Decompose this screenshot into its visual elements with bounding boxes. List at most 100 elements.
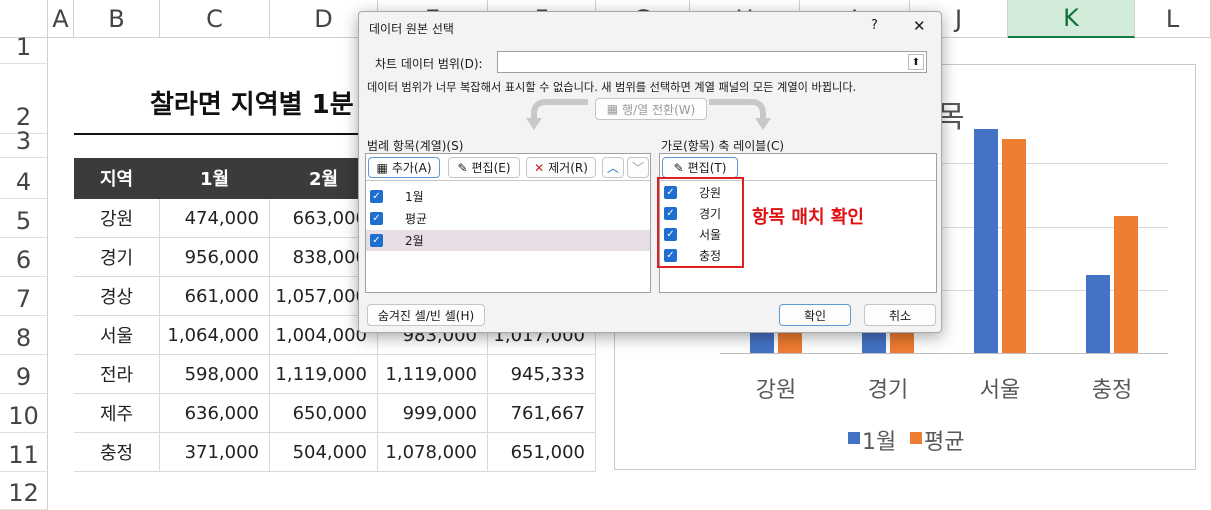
value-cell[interactable]: 636,000 [160,394,270,433]
dialog-title: 데이터 원본 선택 [369,22,454,36]
region-cell[interactable]: 제주 [74,394,160,433]
edit-axis-labels-button[interactable]: ✎ 편집(T) [662,157,738,178]
series-panel: ▦ 추가(A) ✎ 편집(E) ✕ 제거(R) ︿ ﹀ ✓ 1월 ✓ 평균 ✓ 2월 [365,153,651,293]
annotation-text: 항목 매치 확인 [752,207,864,228]
remove-icon: ✕ [534,160,545,175]
remove-series-button[interactable]: ✕ 제거(R) [526,157,596,178]
remove-series-label: 제거(R) [548,161,588,175]
help-button[interactable]: ? [871,18,878,33]
edit-icon: ✎ [457,160,468,175]
value-cell[interactable]: 474,000 [160,199,270,238]
region-cell[interactable]: 전라 [74,355,160,394]
row-header-12[interactable]: 12 [0,472,48,510]
value-cell[interactable]: 1,119,000 [378,355,488,394]
series-item-label: 1월 [405,190,424,204]
row-header-9[interactable]: 9 [0,355,48,394]
arrow-left-icon [526,99,588,130]
switch-row-column-button[interactable]: ▦ 행/열 전환(W) [595,98,707,120]
legend-swatch [848,432,860,444]
value-cell[interactable]: 650,000 [270,394,378,433]
checkbox-checked-icon[interactable]: ✓ [370,234,383,247]
ok-button[interactable]: 확인 [779,304,851,326]
row-header-10[interactable]: 10 [0,394,48,433]
column-header-b[interactable]: B [74,0,160,38]
row-header-6[interactable]: 6 [0,238,48,277]
value-cell[interactable]: 761,667 [488,394,596,433]
annotation-highlight-box [657,177,744,268]
value-cell[interactable]: 651,000 [488,433,596,472]
row-header-1[interactable]: 1 [0,33,48,64]
series-list-item[interactable]: ✓ 평균 [366,208,650,229]
value-cell[interactable]: 1,078,000 [378,433,488,472]
series-list-item[interactable]: ✓ 2월 [366,230,650,251]
column-header-a[interactable]: A [48,0,74,38]
legend-label: 평균 [924,430,965,455]
series-item-label: 2월 [405,234,424,248]
column-header-l[interactable]: L [1135,0,1211,38]
edit-axis-labels-label: 편집(T) [687,161,727,175]
edit-icon: ✎ [673,160,684,175]
add-series-button[interactable]: ▦ 추가(A) [368,157,440,178]
value-cell[interactable]: 1,119,000 [270,355,378,394]
chart-bar[interactable] [974,128,998,353]
select-data-source-dialog: 데이터 원본 선택 ? ✕ 차트 데이터 범위(D): ⬆ 데이터 범위가 너무… [358,11,942,333]
value-cell[interactable]: 371,000 [160,433,270,472]
table-add-icon: ▦ [376,160,388,175]
chart-x-tick-label: 충정 [1091,378,1133,403]
row-header-8[interactable]: 8 [0,316,48,355]
table-header-cell: 지역 [74,158,160,199]
chart-bar[interactable] [1002,138,1026,353]
chart-bar[interactable] [1114,215,1138,353]
add-series-label: 추가(A) [391,161,432,175]
legend-label: 1월 [862,430,897,455]
move-down-button[interactable]: ﹀ [627,157,649,178]
chart-x-tick-label: 경기 [867,378,909,403]
chart-x-tick-label: 서울 [979,378,1021,403]
value-cell[interactable]: 999,000 [378,394,488,433]
region-cell[interactable]: 충정 [74,433,160,472]
value-cell[interactable]: 956,000 [160,238,270,277]
region-cell[interactable]: 경기 [74,238,160,277]
range-message: 데이터 범위가 너무 복잡해서 표시할 수 없습니다. 새 범위를 선택하면 계… [367,81,857,94]
cancel-button[interactable]: 취소 [864,304,936,326]
value-cell[interactable]: 661,000 [160,277,270,316]
hidden-empty-cells-button[interactable]: 숨겨진 셀/빈 셀(H) [367,304,485,326]
column-header-k[interactable]: K [1008,0,1135,38]
row-header-7[interactable]: 7 [0,277,48,316]
chevron-down-icon: ﹀ [631,161,644,175]
legend-swatch [910,432,922,444]
legend-entries-label: 범례 항목(계열)(S) [367,139,464,153]
close-button[interactable]: ✕ [913,17,926,35]
chart-x-tick-label: 강원 [755,378,797,403]
checkbox-checked-icon[interactable]: ✓ [370,190,383,203]
series-list-item[interactable]: ✓ 1월 [366,186,650,207]
value-cell[interactable]: 945,333 [488,355,596,394]
region-cell[interactable]: 강원 [74,199,160,238]
move-up-button[interactable]: ︿ [602,157,624,178]
edit-series-button[interactable]: ✎ 편집(E) [448,157,520,178]
column-header-c[interactable]: C [160,0,270,38]
value-cell[interactable]: 1,064,000 [160,316,270,355]
row-header-5[interactable]: 5 [0,199,48,238]
title-underline [74,133,374,135]
axis-labels-label: 가로(항목) 축 레이블(C) [661,139,785,153]
row-header-2[interactable]: 2 [0,64,48,134]
table-header-cell: 1월 [160,158,270,199]
chart-x-axis [720,353,1168,354]
collapse-dialog-icon[interactable]: ⬆ [908,54,924,70]
row-header-11[interactable]: 11 [0,433,48,472]
region-cell[interactable]: 경상 [74,277,160,316]
checkbox-checked-icon[interactable]: ✓ [370,212,383,225]
row-header-3[interactable]: 3 [0,127,48,158]
switch-icon: ▦ [606,102,619,116]
series-item-label: 평균 [405,212,428,226]
edit-series-label: 편집(E) [471,161,511,175]
value-cell[interactable]: 504,000 [270,433,378,472]
value-cell[interactable]: 598,000 [160,355,270,394]
sheet-title: 찰라면 지역별 1분 [150,90,354,120]
chart-range-input[interactable]: ⬆ [497,51,927,73]
chart-bar[interactable] [1086,274,1110,353]
chart-range-label: 차트 데이터 범위(D): [375,57,483,71]
row-header-4[interactable]: 4 [0,158,48,199]
region-cell[interactable]: 서울 [74,316,160,355]
